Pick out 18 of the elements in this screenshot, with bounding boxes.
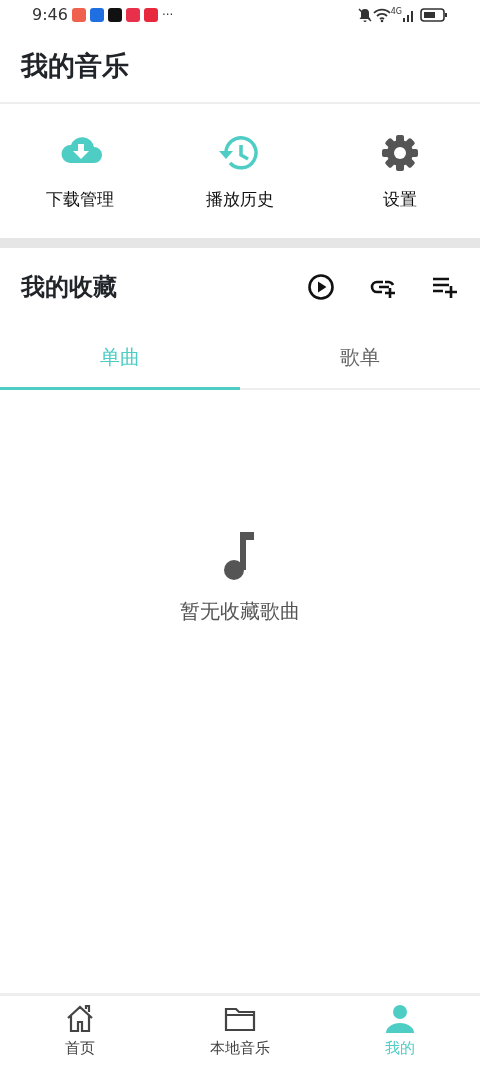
clock: 9:46: [32, 4, 68, 26]
signal-icon: [402, 8, 416, 22]
more-notifications: ···: [161, 7, 174, 24]
battery-icon: [420, 8, 448, 22]
empty-message: 暂无收藏歌曲: [180, 598, 300, 625]
page-title: 我的音乐: [21, 48, 129, 83]
person-icon: [384, 1003, 416, 1036]
wifi-icon: [372, 7, 391, 23]
action-label[interactable]: 播放历史: [206, 187, 274, 213]
nav-tab[interactable]: 本地音乐: [160, 996, 320, 1067]
action-label[interactable]: 下载管理: [46, 187, 114, 213]
settings-label[interactable]: 设置: [383, 187, 417, 213]
bell-off-icon: [356, 7, 373, 23]
tab[interactable]: 歌单: [240, 326, 480, 390]
nav-tab[interactable]: 首页: [0, 996, 160, 1067]
play-icon[interactable]: [307, 273, 335, 301]
network-type: 4G: [390, 6, 402, 18]
section-title: 我的收藏: [21, 272, 118, 303]
